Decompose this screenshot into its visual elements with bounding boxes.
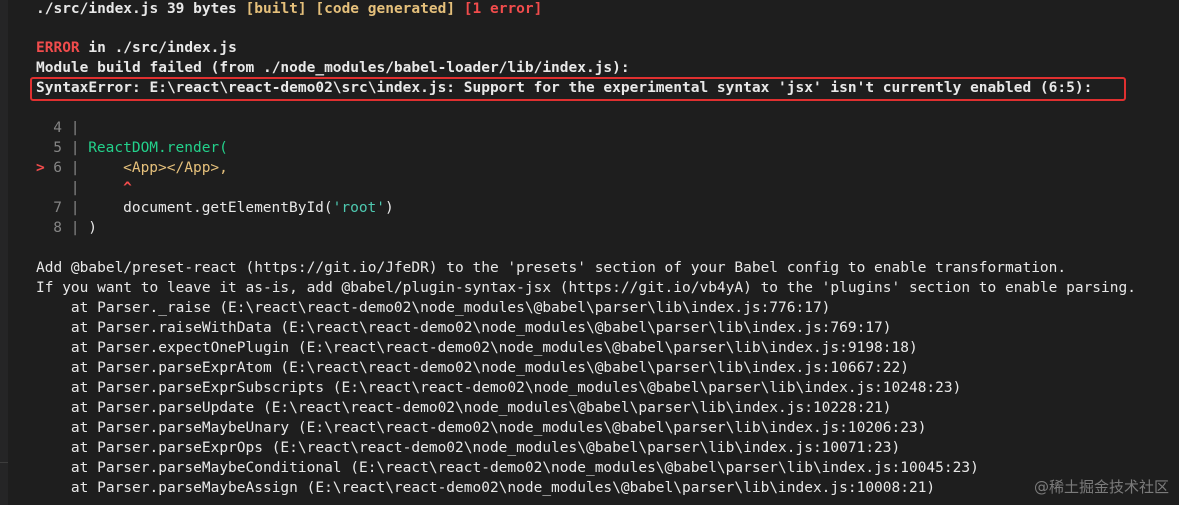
- code-string: 'root': [332, 200, 386, 216]
- line-number: 5: [53, 140, 62, 156]
- stack-frame: at Parser.parseExprOps (E:\react\react-d…: [36, 440, 901, 456]
- error-heading-line: ERROR in ./src/index.js: [36, 38, 237, 58]
- code-frame-line-5: 5 | ReactDOM.render(: [36, 138, 228, 158]
- error-line-marker: >: [36, 160, 45, 176]
- line-number: 7: [53, 200, 62, 216]
- code-text: ReactDOM.render(: [88, 140, 228, 156]
- code-frame-line-6: >6 | <App></App>,: [36, 160, 228, 176]
- stack-frame: at Parser.raiseWithData (E:\react\react-…: [36, 320, 892, 336]
- stack-frame: at Parser.expectOnePlugin (E:\react\reac…: [36, 340, 918, 356]
- line-number: 4: [53, 120, 62, 136]
- build-file: ./src/index.js: [36, 1, 159, 17]
- error-count-tag: [1 error]: [463, 1, 543, 17]
- code-text: document.getElementById(: [88, 200, 333, 216]
- code-frame-line-7: 7 | document.getElementById('root'): [36, 198, 394, 218]
- code-frame-line-8: 8 | ): [36, 218, 97, 238]
- code-text: ): [88, 220, 97, 236]
- code-generated-tag: [code generated]: [315, 1, 456, 17]
- stack-frame: at Parser.parseExprAtom (E:\react\react-…: [36, 360, 909, 376]
- code-frame-line-4: 4 |: [36, 118, 88, 138]
- stack-frame: at Parser.parseMaybeUnary (E:\react\reac…: [36, 420, 927, 436]
- error-in-text: in: [79, 40, 115, 56]
- watermark: @稀土掘金技术社区: [1033, 478, 1169, 496]
- hint-line: If you want to leave it as-is, add @babe…: [36, 280, 1136, 296]
- module-build-failed-line: Module build failed (from ./node_modules…: [36, 60, 630, 76]
- built-tag: [built]: [245, 1, 307, 17]
- error-file: ./src/index.js: [114, 40, 237, 56]
- code-text: <App></App>,: [88, 160, 228, 176]
- error-label: ERROR: [36, 40, 80, 56]
- build-size: 39 bytes: [166, 1, 237, 17]
- code-text: ): [385, 200, 394, 216]
- code-frame-caret-line: | ^: [70, 180, 132, 196]
- error-caret: ^: [88, 180, 132, 196]
- stack-frame: at Parser.parseMaybeAssign (E:\react\rea…: [36, 480, 936, 496]
- build-summary-line: ./src/index.js 39 bytes [built] [code ge…: [36, 0, 542, 19]
- terminal-gutter: [0, 0, 8, 505]
- stack-frame: at Parser.parseExprSubscripts (E:\react\…: [36, 380, 962, 396]
- stack-frame: at Parser._raise (E:\react\react-demo02\…: [36, 300, 831, 316]
- line-number: 8: [53, 220, 62, 236]
- stack-frame: at Parser.parseUpdate (E:\react\react-de…: [36, 400, 892, 416]
- hint-line: Add @babel/preset-react (https://git.io/…: [36, 260, 1067, 276]
- stack-frame: at Parser.parseMaybeConditional (E:\reac…: [36, 460, 979, 476]
- terminal-output: ./src/index.js 39 bytes [built] [code ge…: [0, 0, 1179, 505]
- syntax-error-highlight-box: [30, 77, 1126, 101]
